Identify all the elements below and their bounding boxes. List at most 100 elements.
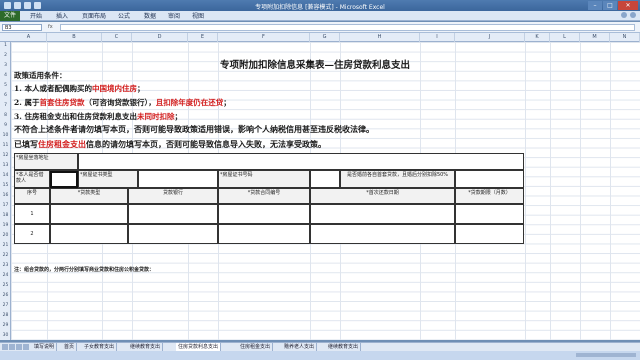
column-header[interactable]: F [218,33,310,42]
file-tab[interactable]: 文件 [0,11,20,21]
row-header[interactable]: 11 [0,143,11,148]
tab-formulas[interactable]: 公式 [118,12,130,21]
row-header[interactable]: 19 [0,223,11,228]
row-1-term[interactable] [455,204,524,224]
column-headers: A B C D E F G H I J K L M N [0,33,640,42]
row-header[interactable]: 10 [0,133,11,138]
row-header[interactable]: 21 [0,243,11,248]
warning-text: 不符合上述条件者请勿填写本页，否则可能导致政策适用错误，影响个人纳税信用甚至违反… [14,124,374,134]
first-loan-input[interactable] [455,170,524,188]
minimize-icon[interactable]: – [588,1,602,10]
name-box[interactable]: B3 [2,24,42,31]
tab-data[interactable]: 数据 [144,12,156,21]
row-header[interactable]: 28 [0,313,11,318]
row-header[interactable]: 25 [0,283,11,288]
row-header[interactable]: 22 [0,253,11,258]
row-header[interactable]: 2 [0,53,11,58]
last-sheet-icon[interactable] [23,344,29,350]
row-1-bank[interactable] [128,204,218,224]
first-loan-question: 是否婚前各自首套贷款，且婚后分别扣除50% [340,170,455,188]
tab-view[interactable]: 视图 [192,12,204,21]
row-header[interactable]: 14 [0,173,11,178]
help-icon[interactable] [621,12,627,18]
row-header[interactable]: 29 [0,323,11,328]
row-2-loan-type[interactable] [50,224,128,244]
row-1-loan-type[interactable] [50,204,128,224]
condition-3-end: ； [174,112,182,121]
zoom-slider[interactable] [576,353,636,357]
row-2-term[interactable] [455,224,524,244]
first-sheet-icon[interactable] [2,344,8,350]
form-title: 专项附加扣除信息采集表—住房贷款利息支出 [219,60,410,71]
column-header[interactable]: N [610,33,640,42]
filled-warning-end: 信息的请勿填写本页，否则可能导致信息导入失败，无法享受政策。 [86,139,326,149]
column-header[interactable]: K [525,33,550,42]
column-header[interactable]: H [340,33,420,42]
row-2-contract[interactable] [218,224,310,244]
condition-1-highlight: 中国境内住房 [91,84,137,93]
row-header[interactable]: 4 [0,73,11,78]
row-header[interactable]: 15 [0,183,11,188]
tab-page-layout[interactable]: 页面布局 [82,12,106,21]
row-header[interactable]: 3 [0,63,11,68]
tab-insert[interactable]: 插入 [56,12,68,21]
row-1-first-date[interactable] [310,204,455,224]
filled-warning-highlight: 住房租金支出 [38,139,86,149]
is-borrower-label: *本人是否借款人 [14,170,50,188]
row-header[interactable]: 5 [0,83,11,88]
column-header[interactable]: C [102,33,132,42]
tab-home[interactable]: 开始 [30,12,42,21]
prev-sheet-icon[interactable] [9,344,15,350]
row-header[interactable]: 27 [0,303,11,308]
row-header[interactable]: 1 [0,43,11,48]
column-header[interactable]: B [47,33,102,42]
sheet-nav [2,344,29,350]
row-header[interactable]: 24 [0,273,11,278]
column-header[interactable]: M [580,33,610,42]
condition-1: 1. 本人或者配偶购买的中国境内住房； [14,83,144,94]
row-header[interactable]: 18 [0,213,11,218]
row-header[interactable]: 16 [0,193,11,198]
row-2-bank[interactable] [128,224,218,244]
selected-cell-cursor [50,171,78,188]
row-2-first-date[interactable] [310,224,455,244]
window-title: 专项附加扣除信息 [兼容模式] - Microsoft Excel [255,4,385,11]
row-header[interactable]: 9 [0,123,11,128]
row-header[interactable]: 6 [0,93,11,98]
row-1-contract[interactable] [218,204,310,224]
condition-3-highlight: 未同时扣除 [136,112,175,121]
row-header[interactable]: 17 [0,203,11,208]
column-header[interactable]: G [310,33,340,42]
row-header[interactable]: 8 [0,113,11,118]
row-header[interactable]: 23 [0,263,11,268]
row-header[interactable]: 7 [0,103,11,108]
condition-2: 2. 属于首套住房贷款（可咨询贷款银行），且扣除年度仍在还贷； [14,97,231,108]
tab-review[interactable]: 审阅 [168,12,180,21]
next-sheet-icon[interactable] [16,344,22,350]
row-header[interactable]: 12 [0,153,11,158]
cert-no-label: *房屋证书号码 [218,170,310,188]
formula-input[interactable] [60,24,635,31]
row-header[interactable]: 30 [0,333,11,338]
row-header[interactable]: 13 [0,163,11,168]
column-header[interactable]: I [420,33,455,42]
gridline [525,42,526,340]
column-header[interactable]: A [11,33,47,42]
row-header[interactable]: 26 [0,293,11,298]
column-header[interactable]: E [188,33,218,42]
condition-3-text: 3. 住房租金支出和住房贷款利息支出 [14,112,137,121]
house-address-input[interactable] [78,153,524,170]
column-header[interactable]: L [550,33,580,42]
column-header[interactable]: D [132,33,188,42]
ribbon-minimize-icon[interactable] [630,12,636,18]
maximize-icon[interactable]: □ [603,1,617,10]
col-term-header: *贷款期限（月数） [455,188,524,204]
fx-icon[interactable]: fx [48,24,53,30]
column-header[interactable]: J [455,33,525,42]
ribbon-tabs: 文件 开始 插入 页面布局 公式 数据 审阅 视图 [0,11,640,21]
col-bank-header: 贷款银行 [128,188,218,204]
cert-no-input[interactable] [310,170,340,188]
close-icon[interactable]: ✕ [618,1,638,10]
cert-type-input[interactable] [138,170,218,188]
row-header[interactable]: 20 [0,233,11,238]
